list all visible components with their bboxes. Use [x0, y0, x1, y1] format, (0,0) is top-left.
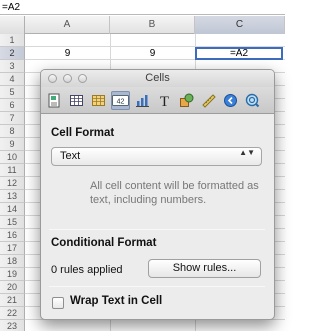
chevron-up-down-icon: ▲▼ [239, 148, 255, 157]
row-header-5[interactable]: 5 [0, 86, 25, 99]
cell-format-heading: Cell Format [51, 127, 115, 139]
row-header-19[interactable]: 19 [0, 268, 25, 281]
row-header-label: 21 [6, 295, 17, 305]
formula-bar[interactable]: =A2 [0, 0, 285, 15]
cell-c2-value: =A2 [229, 48, 249, 59]
show-rules-button[interactable]: Show rules... [148, 259, 261, 278]
cell-format-number: 42 [117, 99, 125, 106]
cell-format-select-value: Text [60, 150, 81, 162]
text-icon[interactable]: T [155, 91, 174, 110]
row-header-label: 8 [9, 126, 15, 136]
inspector-toolbar: 42 T [41, 87, 274, 114]
row-header-label: 16 [6, 230, 17, 240]
row-header-11[interactable]: 11 [0, 164, 25, 177]
cell-format-description: All cell content will be formatted as te… [90, 180, 259, 206]
shapes-icon[interactable] [177, 91, 196, 110]
document-icon[interactable] [45, 91, 64, 110]
column-header-a[interactable]: A [25, 16, 110, 34]
section-divider [49, 229, 265, 230]
ruler-icon[interactable] [199, 91, 218, 110]
row-header-21[interactable]: 21 [0, 294, 25, 307]
row-header-14[interactable]: 14 [0, 203, 25, 216]
cell-format-select[interactable]: Text ▲▼ [51, 147, 262, 166]
row-header-1[interactable]: 1 [0, 34, 25, 47]
row-header-4[interactable]: 4 [0, 73, 25, 86]
row-header-10[interactable]: 10 [0, 151, 25, 164]
row-header-3[interactable]: 3 [0, 60, 25, 73]
row-header-2[interactable]: 2 [0, 47, 25, 60]
row-header-label: 9 [9, 139, 15, 149]
cell-format-icon[interactable]: 42 [111, 91, 130, 110]
row-header-7[interactable]: 7 [0, 112, 25, 125]
row-header-20[interactable]: 20 [0, 281, 25, 294]
column-header-label: C [235, 19, 244, 30]
row-header-16[interactable]: 16 [0, 229, 25, 242]
text-icon-glyph: T [160, 94, 169, 108]
chart-icon[interactable] [133, 91, 152, 110]
row-header-label: 5 [9, 87, 15, 97]
row-header-12[interactable]: 12 [0, 177, 25, 190]
table-row [25, 320, 285, 331]
row-header-23[interactable]: 23 [0, 320, 25, 331]
formula-bar-value: =A2 [2, 2, 21, 13]
panel-title: Cells [145, 72, 170, 84]
table-icon[interactable] [67, 91, 86, 110]
row-header-label: 4 [9, 74, 15, 84]
row-header-label: 14 [6, 204, 17, 214]
row-header-9[interactable]: 9 [0, 138, 25, 151]
row-header-label: 19 [6, 269, 17, 279]
panel-titlebar[interactable]: Cells [41, 70, 274, 87]
row-header-6[interactable]: 6 [0, 99, 25, 112]
row-header-18[interactable]: 18 [0, 255, 25, 268]
cell-b2-value: 9 [149, 48, 156, 59]
table-cell-icon[interactable] [89, 91, 108, 110]
cells-inspector-panel: Cells 42 T Cell Format Text ▲▼ All cell … [40, 69, 275, 320]
row-header-label: 15 [6, 217, 17, 227]
wrap-text-checkbox[interactable] [52, 297, 64, 309]
row-header-label: 18 [6, 256, 17, 266]
row-header-15[interactable]: 15 [0, 216, 25, 229]
cell-b2[interactable]: 9 [110, 47, 195, 60]
row-header-label: 6 [9, 100, 15, 110]
row-header-label: 20 [6, 282, 17, 292]
rules-applied-count: 0 rules applied [51, 264, 123, 276]
row-header-label: 17 [6, 243, 17, 253]
row-2-cells: 9 9 =A2 [25, 47, 285, 60]
panel-content: Cell Format Text ▲▼ All cell content wil… [41, 115, 274, 319]
row-header-label: 12 [6, 178, 17, 188]
row-header-label: 7 [9, 113, 15, 123]
table-row [25, 34, 285, 47]
cell-a2-value: 9 [64, 48, 71, 59]
row-header-8[interactable]: 8 [0, 125, 25, 138]
row-header-label: 3 [9, 61, 15, 71]
row-header-label: 23 [6, 321, 17, 331]
section-divider [49, 286, 265, 287]
row-header-label: 13 [6, 191, 17, 201]
row-header-label: 11 [7, 165, 17, 175]
cell-c2-selected[interactable]: =A2 [195, 47, 283, 60]
wrap-text-label[interactable]: Wrap Text in Cell [70, 295, 162, 307]
cell-a2[interactable]: 9 [25, 47, 110, 60]
row-header-label: 2 [9, 48, 15, 58]
column-header-label: A [63, 19, 71, 30]
link-icon[interactable] [221, 91, 240, 110]
column-header-row: A B C [0, 16, 285, 34]
row-header-22[interactable]: 22 [0, 307, 25, 320]
conditional-format-heading: Conditional Format [51, 237, 157, 249]
quicktime-icon[interactable] [243, 91, 262, 110]
select-all-corner[interactable] [0, 16, 25, 34]
row-header-label: 10 [6, 152, 17, 162]
row-header-17[interactable]: 17 [0, 242, 25, 255]
column-header-c[interactable]: C [195, 16, 285, 34]
row-header-13[interactable]: 13 [0, 190, 25, 203]
row-header-label: 1 [9, 35, 15, 45]
row-header-label: 22 [6, 308, 17, 318]
column-header-label: B [148, 19, 156, 30]
column-header-b[interactable]: B [110, 16, 195, 34]
